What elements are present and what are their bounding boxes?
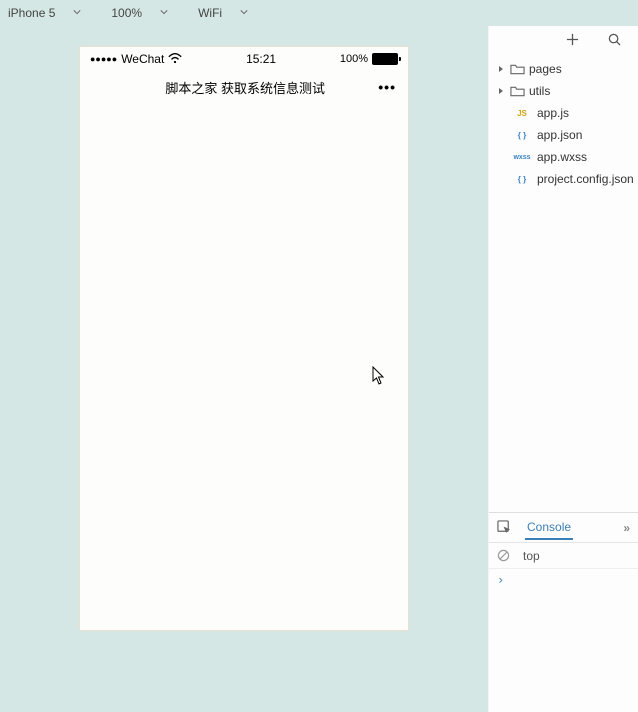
phone-status-bar: ●●●●● WeChat 15:21 100% <box>80 47 408 71</box>
context-select[interactable]: top <box>523 549 540 563</box>
console-body[interactable]: › <box>489 569 638 712</box>
network-select[interactable]: WiFi <box>198 6 248 20</box>
carrier-label: WeChat <box>121 52 164 66</box>
js-file-icon: JS <box>511 109 533 118</box>
network-label: WiFi <box>198 6 222 20</box>
console-panel: Console » top › <box>489 512 638 712</box>
file-label: app.wxss <box>537 150 587 164</box>
file-app-js[interactable]: JS app.js <box>493 102 634 124</box>
file-project-config-json[interactable]: { } project.config.json <box>493 168 634 190</box>
file-label: app.js <box>537 106 569 120</box>
json-file-icon: { } <box>511 131 533 140</box>
file-label: app.json <box>537 128 582 142</box>
more-tabs-icon[interactable]: » <box>623 521 630 535</box>
console-prompt: › <box>497 573 504 587</box>
folder-label: utils <box>529 84 550 98</box>
wifi-icon <box>168 53 182 65</box>
simulator-area: ●●●●● WeChat 15:21 100% 脚本之家 获取系统信息测试 ••… <box>0 26 488 712</box>
folder-label: pages <box>529 62 562 76</box>
folder-icon <box>509 84 525 98</box>
zoom-select[interactable]: 100% <box>111 6 168 20</box>
caret-right-icon <box>497 87 505 95</box>
wxss-file-icon: wxss <box>511 154 533 161</box>
inspect-icon[interactable] <box>497 520 513 536</box>
folder-icon <box>509 62 525 76</box>
chevron-down-icon <box>160 9 168 17</box>
search-icon[interactable] <box>606 31 622 47</box>
file-app-json[interactable]: { } app.json <box>493 124 634 146</box>
page-title: 脚本之家 获取系统信息测试 <box>112 78 378 97</box>
battery-icon <box>372 53 398 65</box>
device-select[interactable]: iPhone 5 <box>8 6 81 20</box>
signal-dots: ●●●●● <box>90 54 117 64</box>
status-time: 15:21 <box>182 52 340 66</box>
sidebar-tools <box>489 26 638 52</box>
caret-right-icon <box>497 65 505 73</box>
nav-menu-button[interactable]: ••• <box>378 79 396 95</box>
chevron-down-icon <box>73 9 81 17</box>
folder-pages[interactable]: pages <box>493 58 634 80</box>
battery-percent: 100% <box>340 53 368 65</box>
add-icon[interactable] <box>564 31 580 47</box>
devtools-top-toolbar: iPhone 5 100% WiFi <box>0 0 638 26</box>
json-file-icon: { } <box>511 175 533 184</box>
folder-utils[interactable]: utils <box>493 80 634 102</box>
phone-frame: ●●●●● WeChat 15:21 100% 脚本之家 获取系统信息测试 ••… <box>79 46 409 631</box>
file-app-wxss[interactable]: wxss app.wxss <box>493 146 634 168</box>
file-label: project.config.json <box>537 172 634 186</box>
chevron-down-icon <box>240 9 248 17</box>
file-explorer-sidebar: pages utils JS app.js { } app.json <box>488 26 638 712</box>
device-label: iPhone 5 <box>8 6 55 20</box>
phone-nav-bar: 脚本之家 获取系统信息测试 ••• <box>80 71 408 103</box>
clear-console-icon[interactable] <box>497 549 511 563</box>
tab-console[interactable]: Console <box>525 516 573 540</box>
console-tab-bar: Console » <box>489 513 638 543</box>
file-tree: pages utils JS app.js { } app.json <box>489 52 638 196</box>
zoom-label: 100% <box>111 6 142 20</box>
console-filter-bar: top <box>489 543 638 569</box>
